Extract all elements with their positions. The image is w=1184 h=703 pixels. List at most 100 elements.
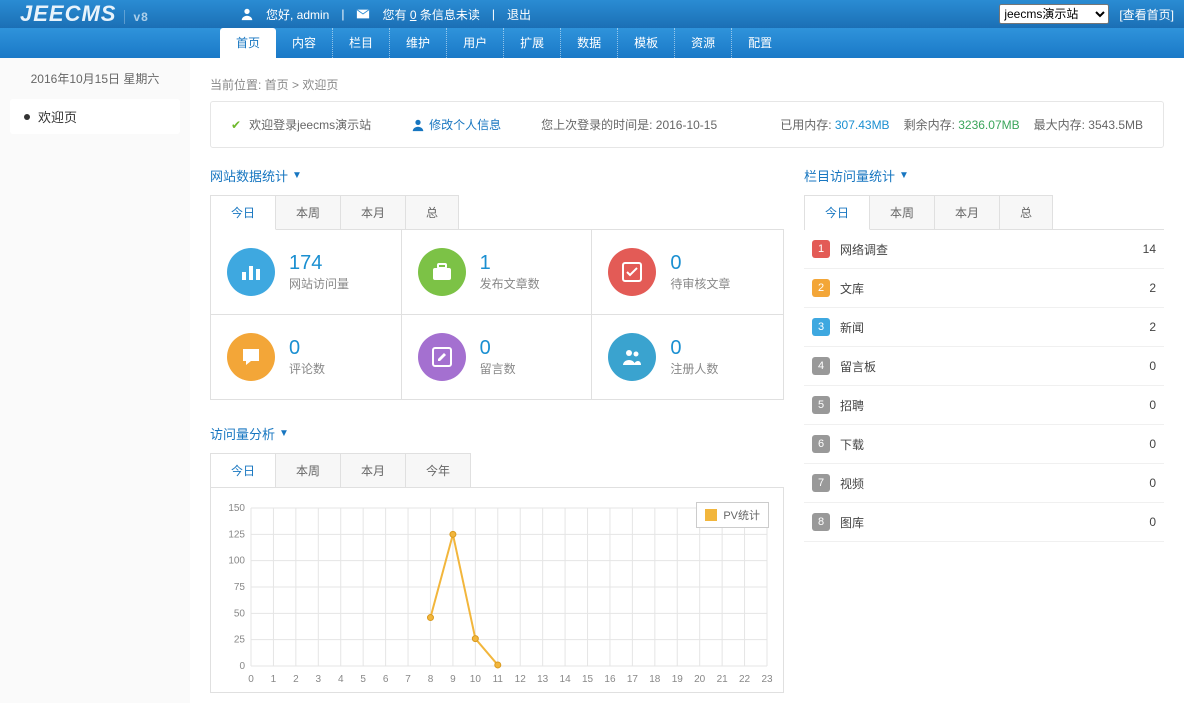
svg-text:19: 19 — [672, 674, 684, 685]
rank-name: 新闻 — [840, 319, 1149, 336]
svg-text:22: 22 — [739, 674, 751, 685]
edit-icon — [418, 333, 466, 381]
svg-text:7: 7 — [405, 674, 411, 685]
chevron-down-icon: ▼ — [279, 428, 289, 439]
nav-维护[interactable]: 维护 — [390, 28, 447, 58]
stat-value: 1 — [480, 252, 540, 275]
svg-text:20: 20 — [694, 674, 706, 685]
svg-text:75: 75 — [234, 582, 246, 593]
tab-today[interactable]: 今日 — [211, 454, 276, 488]
chart-legend: PV统计 — [696, 502, 769, 528]
brand-version: v8 — [124, 10, 148, 24]
stat-card: 0待审核文章 — [592, 230, 783, 315]
welcome-text: 欢迎登录jeecms演示站 — [249, 116, 371, 133]
section-column-stats[interactable]: 栏目访问量统计▼ — [804, 166, 1164, 185]
svg-text:50: 50 — [234, 608, 246, 619]
rank-row[interactable]: 8图库0 — [804, 503, 1164, 542]
site-select[interactable]: jeecms演示站 — [999, 4, 1109, 24]
stat-value: 0 — [670, 252, 730, 275]
rank-index: 3 — [812, 318, 830, 336]
svg-text:12: 12 — [515, 674, 527, 685]
tab-week[interactable]: 本周 — [870, 196, 935, 229]
traffic-tabs: 今日 本周 本月 今年 — [210, 453, 471, 487]
svg-text:11: 11 — [493, 674, 504, 685]
nav-配置[interactable]: 配置 — [732, 28, 788, 58]
svg-text:3: 3 — [316, 674, 322, 685]
rank-row[interactable]: 1网络调查14 — [804, 230, 1164, 269]
chart-container: PV统计 02550751001251500123456789101112131… — [210, 487, 784, 693]
nav-扩展[interactable]: 扩展 — [504, 28, 561, 58]
stat-value: 0 — [480, 337, 516, 360]
view-home-link[interactable]: [查看首页] — [1119, 6, 1174, 23]
rank-index: 7 — [812, 474, 830, 492]
rank-list: 1网络调查142文库23新闻24留言板05招聘06下载07视频08图库0 — [804, 229, 1164, 542]
mail-info: 您有 0 条信息未读 — [382, 6, 479, 23]
section-traffic[interactable]: 访问量分析▼ — [210, 424, 784, 443]
svg-text:8: 8 — [428, 674, 434, 685]
unread-link[interactable]: 0 — [410, 8, 417, 22]
logout-link[interactable]: 退出 — [507, 6, 531, 23]
rank-tabs: 今日 本周 本月 总 — [804, 195, 1053, 229]
rank-index: 4 — [812, 357, 830, 375]
stat-grid: 174网站访问量1发布文章数0待审核文章0评论数0留言数0注册人数 — [210, 229, 784, 400]
briefcase-icon — [418, 248, 466, 296]
tab-total[interactable]: 总 — [1000, 196, 1052, 229]
mail-icon — [356, 7, 370, 21]
rank-name: 招聘 — [840, 397, 1149, 414]
rank-name: 留言板 — [840, 358, 1149, 375]
users-icon — [608, 333, 656, 381]
stat-label: 评论数 — [289, 360, 325, 377]
svg-text:15: 15 — [582, 674, 594, 685]
tab-week[interactable]: 本周 — [276, 196, 341, 229]
rank-count: 0 — [1149, 437, 1156, 451]
stat-label: 待审核文章 — [670, 275, 730, 292]
svg-text:5: 5 — [360, 674, 366, 685]
date-label: 2016年10月15日 星期六 — [0, 58, 190, 99]
rank-count: 0 — [1149, 476, 1156, 490]
check-icon — [608, 248, 656, 296]
nav-模板[interactable]: 模板 — [618, 28, 675, 58]
nav-资源[interactable]: 资源 — [675, 28, 732, 58]
nav-首页[interactable]: 首页 — [220, 28, 276, 58]
rank-index: 2 — [812, 279, 830, 297]
rank-row[interactable]: 6下载0 — [804, 425, 1164, 464]
section-site-stats[interactable]: 网站数据统计▼ — [210, 166, 784, 185]
svg-text:150: 150 — [228, 503, 245, 514]
rank-count: 2 — [1149, 281, 1156, 295]
tab-month[interactable]: 本月 — [341, 196, 406, 229]
user-link[interactable]: admin — [297, 8, 330, 22]
nav-数据[interactable]: 数据 — [561, 28, 618, 58]
top-bar: JEECMSv8 您好, admin | 您有 0 条信息未读 | 退出 jee… — [0, 0, 1184, 28]
tab-today[interactable]: 今日 — [805, 196, 870, 230]
rank-count: 0 — [1149, 398, 1156, 412]
main-nav: 首页内容栏目维护用户扩展数据模板资源配置 — [0, 28, 1184, 58]
rank-row[interactable]: 7视频0 — [804, 464, 1164, 503]
nav-内容[interactable]: 内容 — [276, 28, 333, 58]
rank-row[interactable]: 2文库2 — [804, 269, 1164, 308]
svg-text:14: 14 — [560, 674, 572, 685]
rank-row[interactable]: 4留言板0 — [804, 347, 1164, 386]
svg-text:100: 100 — [228, 556, 245, 567]
nav-用户[interactable]: 用户 — [447, 28, 504, 58]
nav-栏目[interactable]: 栏目 — [333, 28, 390, 58]
breadcrumb-home[interactable]: 首页 — [265, 78, 289, 92]
user-icon — [240, 7, 254, 21]
tab-total[interactable]: 总 — [406, 196, 458, 229]
rank-row[interactable]: 5招聘0 — [804, 386, 1164, 425]
tab-week[interactable]: 本周 — [276, 454, 341, 487]
sidebar-item-welcome[interactable]: 欢迎页 — [10, 99, 180, 134]
tab-year[interactable]: 今年 — [406, 454, 470, 487]
bar-chart-icon — [227, 248, 275, 296]
svg-text:18: 18 — [649, 674, 661, 685]
tab-month[interactable]: 本月 — [341, 454, 406, 487]
breadcrumb: 当前位置: 首页 > 欢迎页 — [210, 68, 1164, 101]
stat-label: 发布文章数 — [480, 275, 540, 292]
rank-name: 文库 — [840, 280, 1149, 297]
tab-month[interactable]: 本月 — [935, 196, 1000, 229]
edit-profile-link[interactable]: 修改个人信息 — [411, 116, 501, 133]
info-bar: ✔ 欢迎登录jeecms演示站 修改个人信息 您上次登录的时间是: 2016-1… — [210, 101, 1164, 148]
rank-row[interactable]: 3新闻2 — [804, 308, 1164, 347]
legend-swatch — [705, 509, 717, 521]
rank-index: 6 — [812, 435, 830, 453]
tab-today[interactable]: 今日 — [211, 196, 276, 230]
